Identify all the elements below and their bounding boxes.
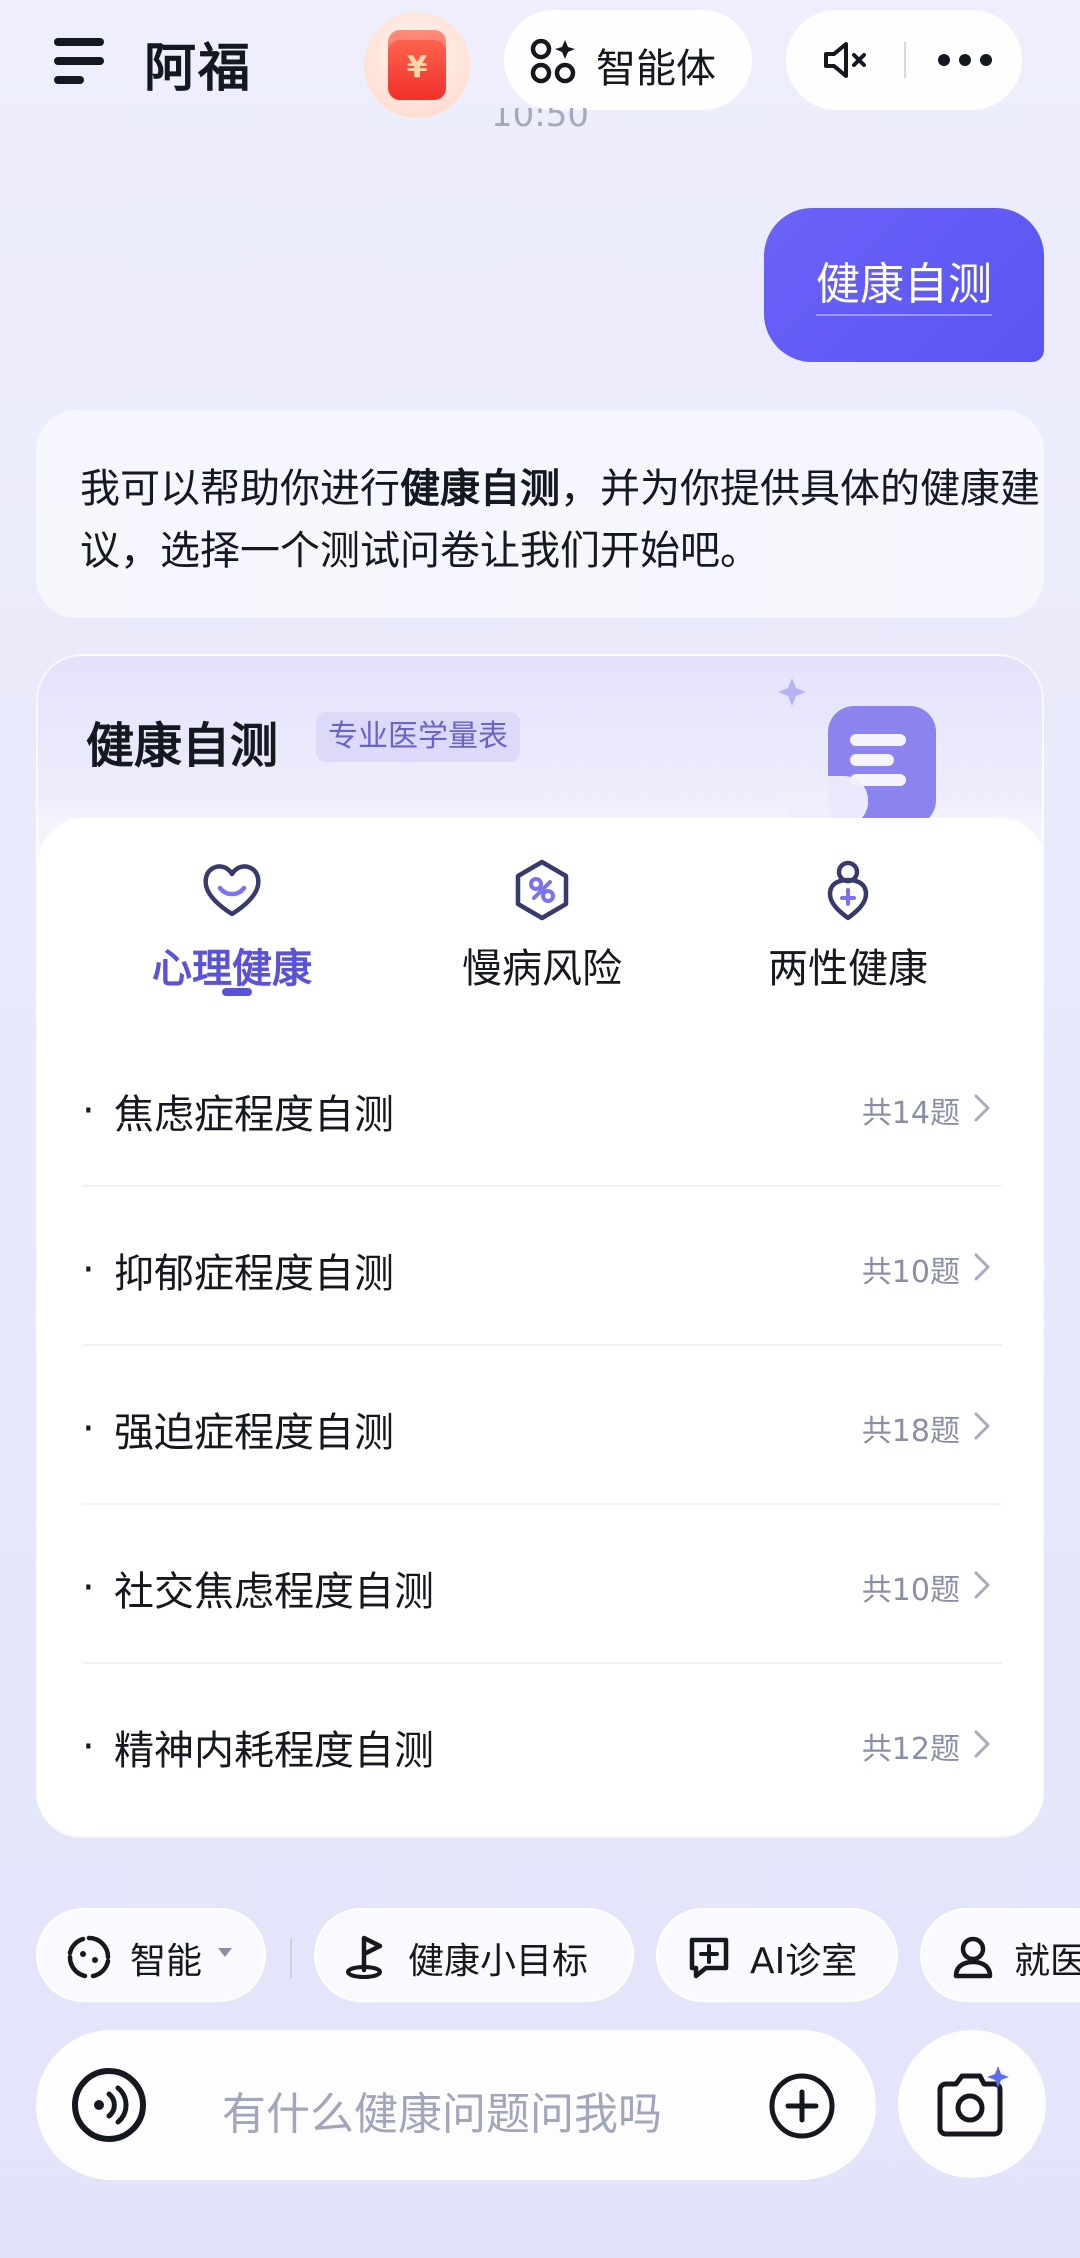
bullet: · — [82, 1088, 95, 1134]
list-item[interactable]: · 精神内耗程度自测 共12题 — [82, 1664, 1002, 1823]
tab-label: 慢病风险 — [462, 946, 622, 992]
bullet: · — [82, 1406, 95, 1452]
chevron-right-icon — [974, 1253, 990, 1281]
category-tabs: 心理健康 慢病风险 两性健康 — [38, 818, 1042, 1028]
chip-label: 健康小目标 — [408, 1941, 589, 1982]
item-count: 共14题 — [861, 1096, 960, 1131]
list-item[interactable]: · 抑郁症程度自测 共10题 — [82, 1187, 1002, 1346]
agent-label: 智能体 — [596, 46, 716, 92]
more-icon[interactable] — [938, 54, 992, 66]
bot-message-bubble: 我可以帮助你进行健康自测，并为你提供具体的健康建议，选择一个测试问卷让我们开始吧… — [36, 410, 1044, 618]
chip-label: AI诊室 — [750, 1941, 858, 1982]
chevron-right-icon — [974, 1571, 990, 1599]
active-tab-indicator — [222, 988, 252, 996]
item-count: 共18题 — [861, 1414, 960, 1449]
app-title: 阿福 — [144, 39, 253, 99]
red-packet-icon: ¥ — [388, 30, 446, 100]
currency-symbol: ¥ — [406, 50, 428, 85]
item-count: 共10题 — [861, 1255, 960, 1290]
gender-icon — [827, 860, 869, 921]
divider — [904, 42, 906, 78]
chevron-right-icon — [974, 1412, 990, 1440]
list-item[interactable]: · 强迫症程度自测 共18题 — [82, 1346, 1002, 1505]
camera-icon — [937, 2066, 1009, 2137]
chip-label: 就医 — [1014, 1941, 1080, 1982]
smart-mode-icon — [67, 1935, 111, 1979]
self-test-list: · 焦虑症程度自测 共14题 · 抑郁症程度自测 共10题 · 强迫症程度自测 … — [82, 1028, 1002, 1823]
item-label: 抑郁症程度自测 — [114, 1251, 394, 1297]
camera-button[interactable] — [898, 2030, 1046, 2178]
list-item[interactable]: · 社交焦虑程度自测 共10题 — [82, 1505, 1002, 1664]
caret-down-icon — [218, 1948, 232, 1957]
item-label: 社交焦虑程度自测 — [114, 1569, 434, 1615]
item-count: 共12题 — [861, 1732, 960, 1767]
input-placeholder[interactable]: 有什么健康问题问我吗 — [222, 2078, 662, 2142]
item-count: 共10题 — [861, 1573, 960, 1608]
divider — [290, 1938, 292, 1978]
speaker-mute-icon[interactable] — [822, 40, 868, 80]
smart-mode-chip[interactable]: 智能 — [36, 1908, 266, 2002]
tab-label: 两性健康 — [768, 946, 928, 992]
card-title: 健康自测 — [86, 718, 279, 774]
tab-mental-health[interactable]: 心理健康 — [112, 858, 352, 1028]
chat-plus-icon — [689, 1937, 729, 1979]
user-message-text: 健康自测 — [816, 259, 992, 316]
bullet: · — [82, 1724, 95, 1770]
bullet: · — [82, 1565, 95, 1611]
chip-label: 智能 — [130, 1941, 203, 1982]
card-body: 心理健康 慢病风险 两性健康 · 焦虑症程度自测 共14题 · 抑郁症程度自测 … — [38, 818, 1042, 1836]
doctor-icon — [953, 1936, 993, 1979]
bot-message-text: 我可以帮助你进行 — [80, 466, 400, 512]
tab-label: 心理健康 — [152, 946, 312, 992]
chevron-right-icon — [974, 1094, 990, 1122]
bullet: · — [82, 1247, 95, 1293]
goal-flag-icon — [346, 1935, 383, 1979]
tab-sexual-health[interactable]: 两性健康 — [728, 858, 968, 1028]
chevron-right-icon — [974, 1730, 990, 1758]
action-capsule — [786, 10, 1022, 110]
item-label: 精神内耗程度自测 — [114, 1728, 434, 1774]
heart-smile-icon — [203, 864, 261, 917]
chat-document-illustration-icon — [778, 678, 936, 826]
health-goal-chip[interactable]: 健康小目标 — [314, 1908, 634, 2002]
add-plus-icon[interactable] — [768, 2072, 836, 2140]
message-timestamp: 10:50 — [491, 108, 589, 135]
card-badge: 专业医学量表 — [316, 712, 520, 762]
voice-input-icon[interactable] — [36, 2030, 186, 2180]
bot-message-highlight: 健康自测 — [400, 466, 560, 512]
item-label: 焦虑症程度自测 — [114, 1092, 394, 1138]
item-label: 强迫症程度自测 — [114, 1410, 394, 1456]
tab-chronic-risk[interactable]: 慢病风险 — [422, 858, 662, 1028]
red-packet-button[interactable]: ¥ — [364, 12, 470, 118]
ai-clinic-chip[interactable]: AI诊室 — [656, 1908, 898, 2002]
agent-button[interactable]: 智能体 — [504, 10, 752, 110]
hexagon-pill-icon — [515, 859, 569, 921]
quick-chips-row: 智能 健康小目标 AI诊室 就医 — [0, 1908, 1080, 2004]
list-item[interactable]: · 焦虑症程度自测 共14题 — [82, 1028, 1002, 1187]
user-message-bubble: 健康自测 — [764, 208, 1044, 362]
message-input-bar[interactable]: 有什么健康问题问我吗 — [36, 2030, 876, 2180]
see-doctor-chip[interactable]: 就医 — [920, 1908, 1080, 2002]
agent-grid-icon — [530, 38, 576, 84]
menu-icon[interactable] — [54, 38, 104, 84]
top-bar: 阿福 ¥ 智能体 10:50 — [0, 0, 1080, 132]
health-self-test-card: 健康自测 专业医学量表 心理健康 慢病风险 两性健康 · 焦虑症程度自测 共14… — [36, 654, 1044, 1838]
